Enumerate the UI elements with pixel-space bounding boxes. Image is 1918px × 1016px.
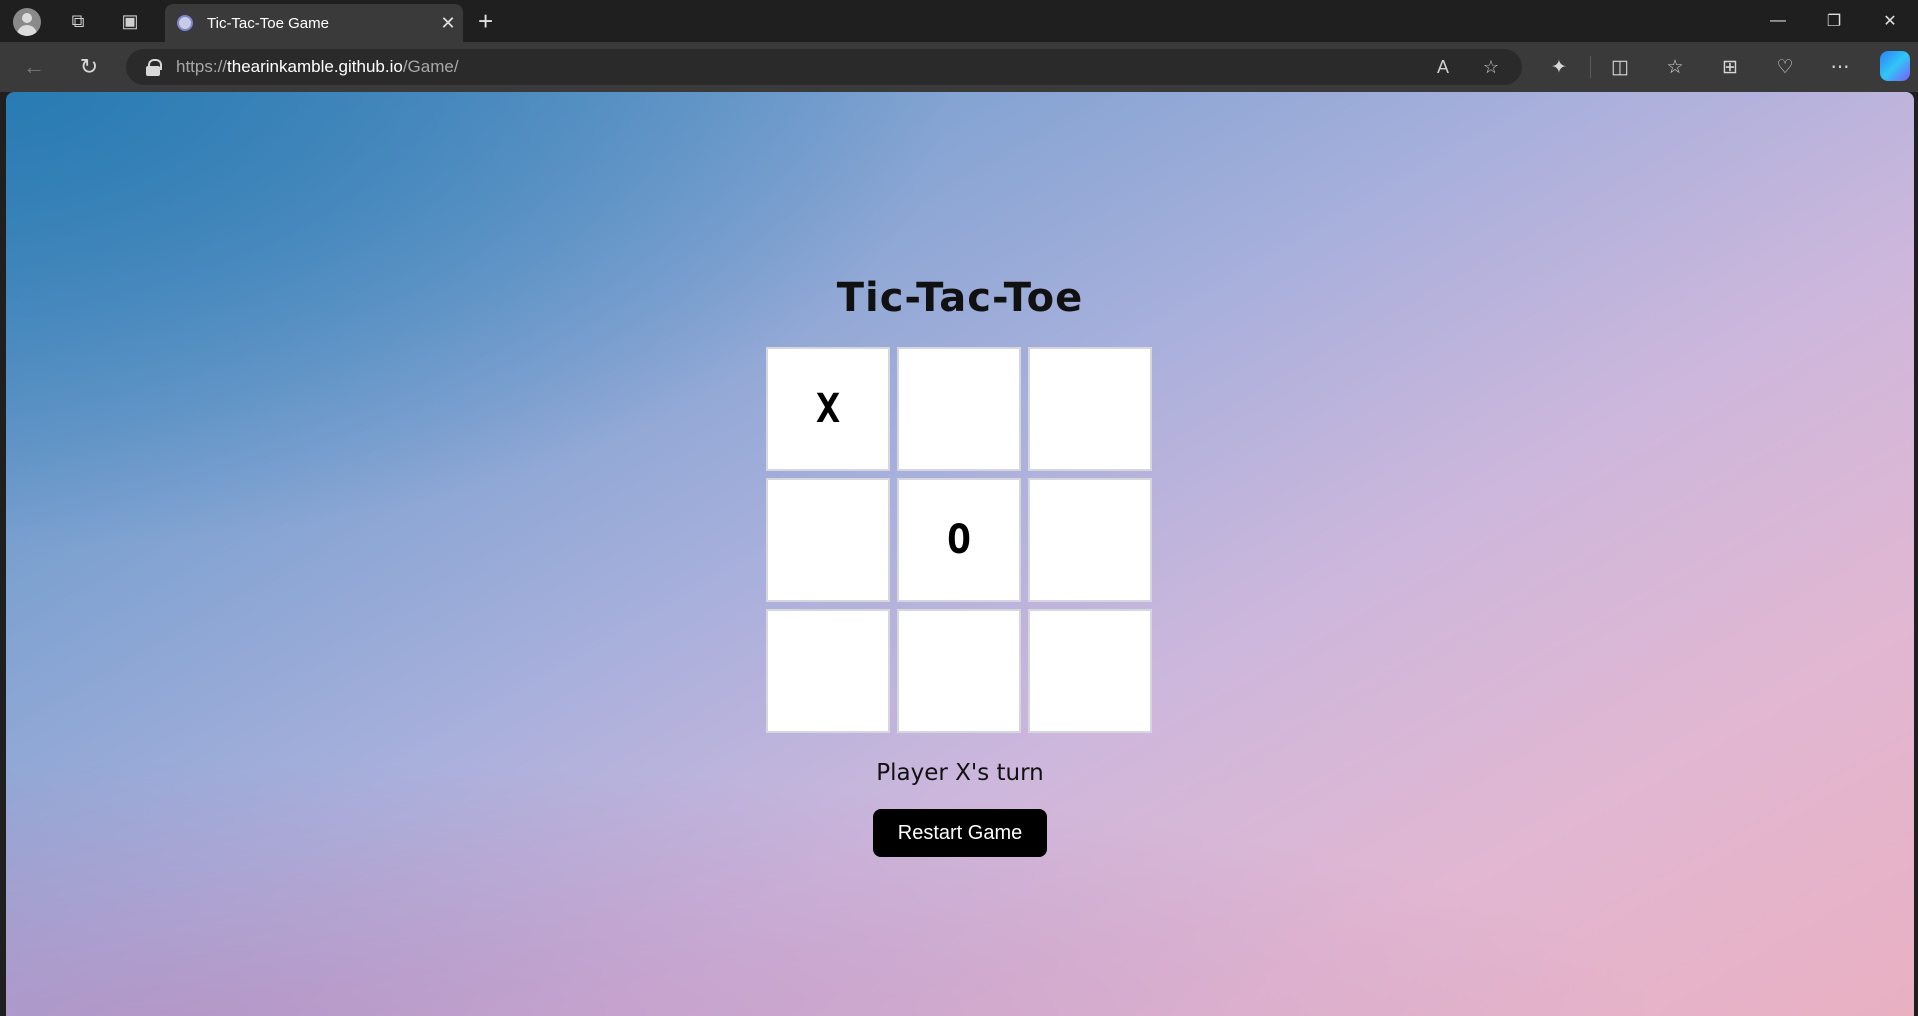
restore-icon[interactable]: ❐ (1806, 0, 1862, 42)
restart-game-button[interactable]: Restart Game (873, 809, 1047, 857)
workspaces-icon[interactable]: ⧉ (58, 0, 98, 42)
board-cell[interactable] (897, 609, 1021, 733)
page-viewport: Tic-Tac-Toe X O Player X's turn Restart … (6, 92, 1914, 1016)
more-options-icon[interactable]: ⋯ (1821, 50, 1859, 84)
refresh-icon[interactable]: ↻ (71, 50, 107, 84)
board-cell[interactable] (897, 347, 1021, 471)
url-path: /Game/ (402, 57, 459, 76)
turn-status: Player X's turn (876, 760, 1044, 786)
split-screen-icon[interactable]: ◫ (1601, 50, 1639, 84)
board-cell[interactable] (1028, 609, 1152, 733)
url-text[interactable]: https://thearinkamble.github.io/Game/ (176, 57, 459, 77)
address-bar-row: ← ↻ https://thearinkamble.github.io/Game… (0, 42, 1918, 92)
back-icon[interactable]: ← (16, 50, 52, 84)
tab-favicon-icon (177, 15, 193, 31)
address-bar[interactable]: https://thearinkamble.github.io/Game/ A … (126, 49, 1522, 85)
browser-titlebar: ⧉ ▣ Tic-Tac-Toe Game ✕ + — ❐ ✕ (0, 0, 1918, 42)
copilot-icon[interactable] (1880, 51, 1910, 81)
vertical-tabs-icon[interactable]: ▣ (110, 0, 150, 42)
browser-tab[interactable]: Tic-Tac-Toe Game ✕ (165, 4, 463, 42)
toolbar-separator (1590, 56, 1591, 78)
game-title: Tic-Tac-Toe (836, 275, 1084, 321)
profile-avatar[interactable] (13, 8, 41, 36)
board-cell[interactable] (1028, 478, 1152, 602)
close-window-icon[interactable]: ✕ (1862, 0, 1918, 42)
tab-close-icon[interactable]: ✕ (433, 13, 463, 34)
extensions-icon[interactable]: ✦ (1540, 50, 1578, 84)
new-tab-icon[interactable]: + (478, 6, 493, 37)
board-cell[interactable] (1028, 347, 1152, 471)
board-cell[interactable] (766, 478, 890, 602)
read-aloud-icon[interactable]: A (1426, 49, 1460, 85)
url-scheme: https:// (176, 57, 228, 76)
collections-icon[interactable]: ⊞ (1711, 50, 1749, 84)
board-cell[interactable]: O (897, 478, 1021, 602)
favorites-icon[interactable]: ☆ (1656, 50, 1694, 84)
browser-essentials-icon[interactable]: ♡ (1766, 50, 1804, 84)
url-host: thearinkamble.github.io (227, 57, 403, 76)
favorite-star-icon[interactable]: ☆ (1474, 49, 1508, 85)
lock-icon[interactable] (146, 59, 162, 76)
minimize-icon[interactable]: — (1750, 0, 1806, 42)
board-cell[interactable] (766, 609, 890, 733)
tab-title: Tic-Tac-Toe Game (207, 14, 329, 32)
board-cell[interactable]: X (766, 347, 890, 471)
game-board: X O (766, 347, 1158, 739)
